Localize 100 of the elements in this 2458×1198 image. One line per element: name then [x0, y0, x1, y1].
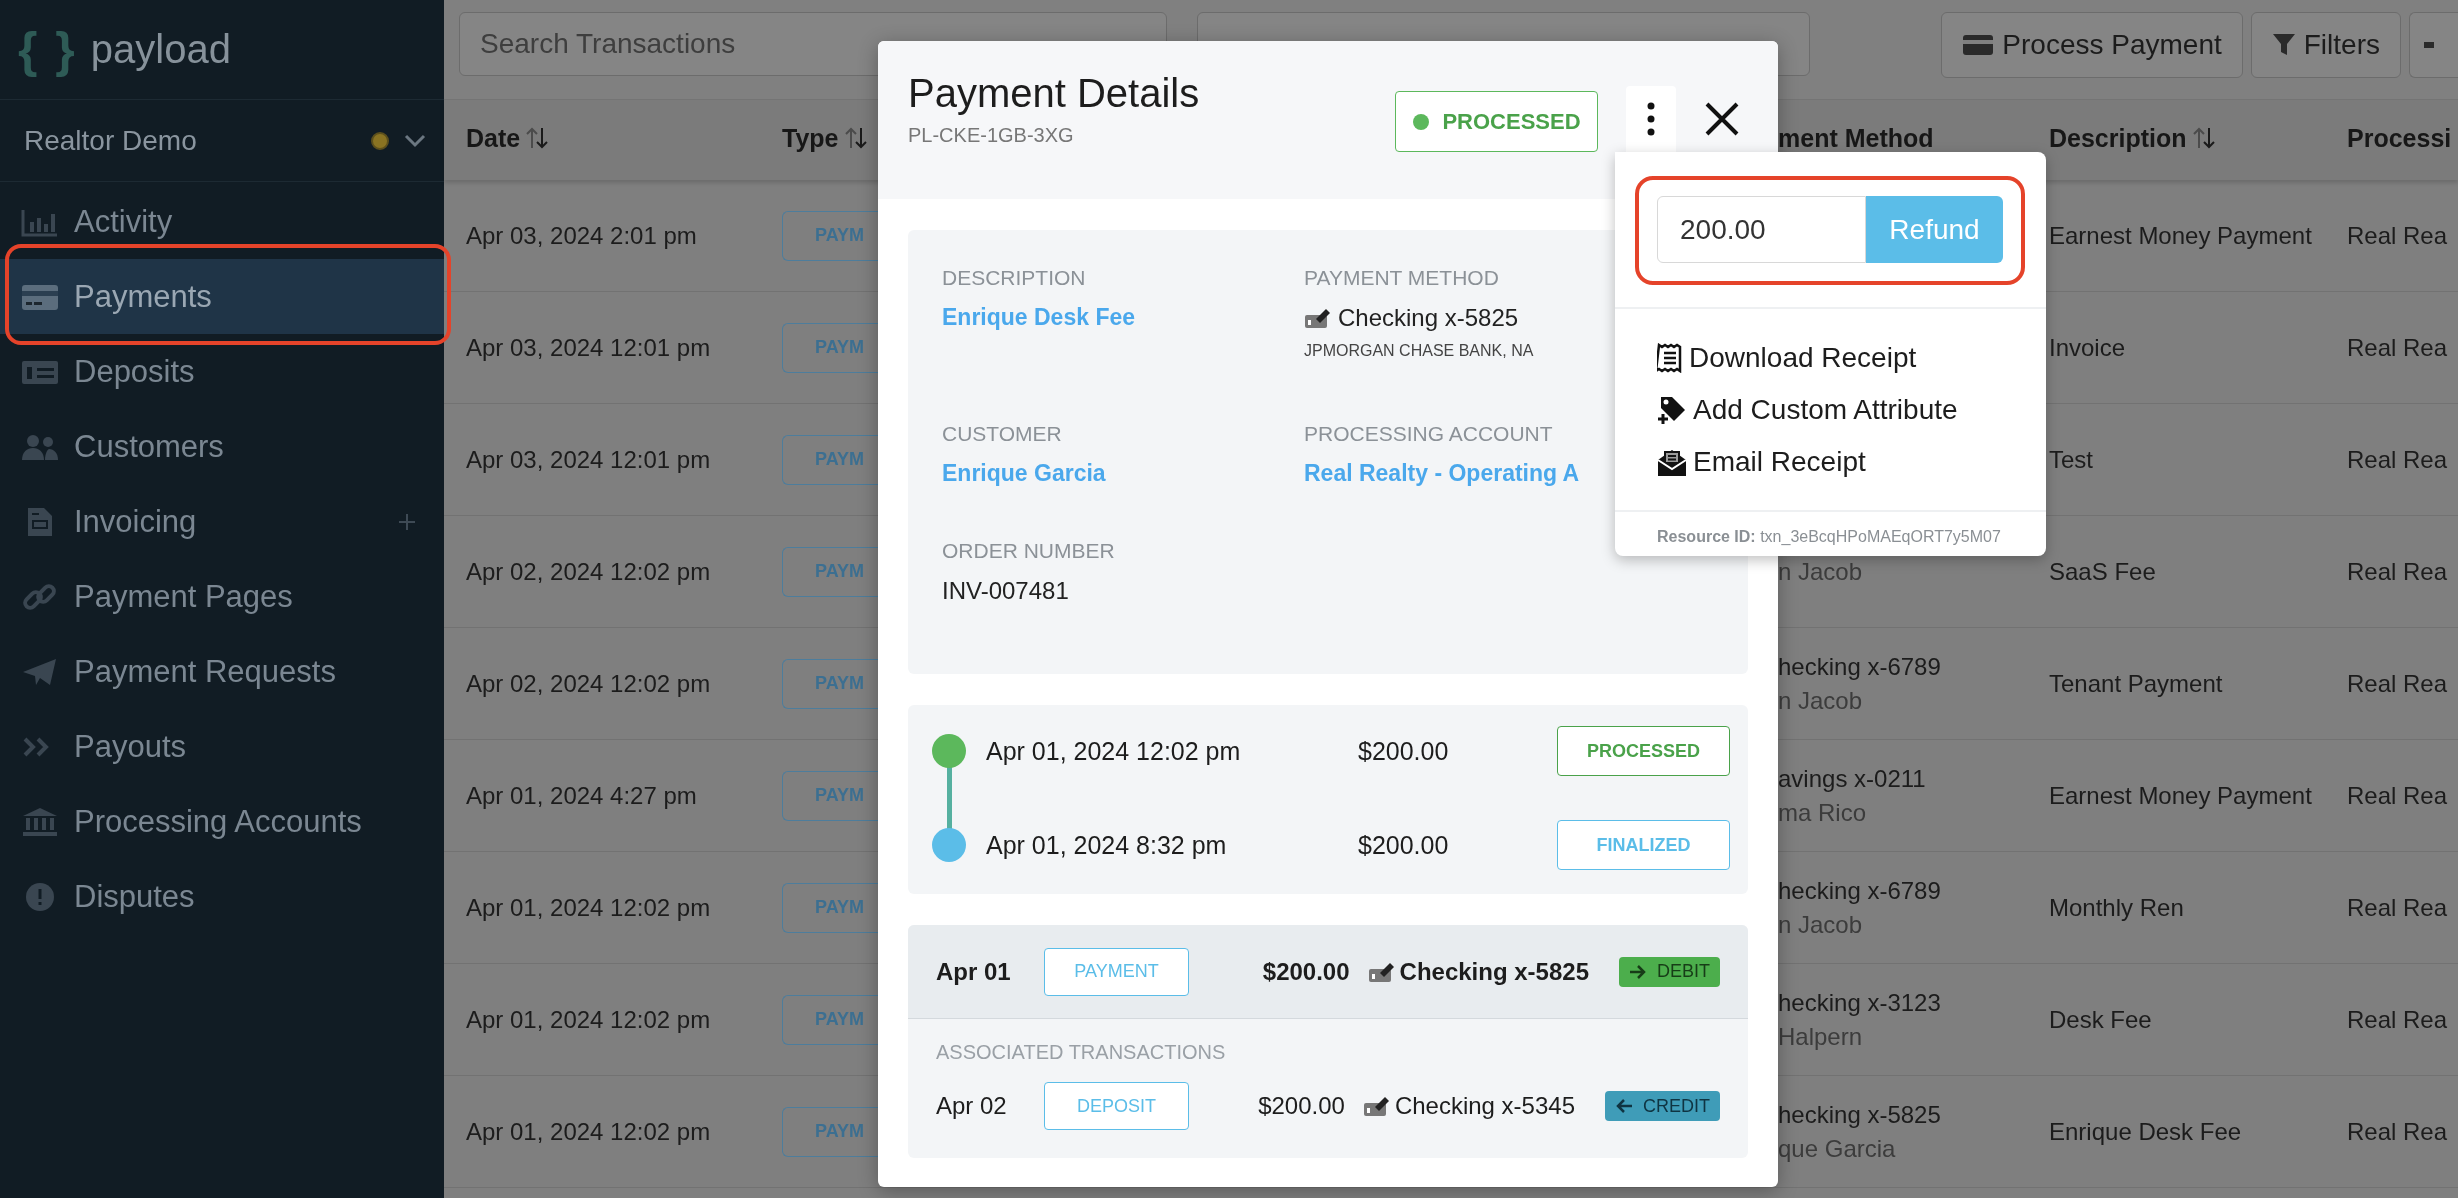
logo-wordmark: payload	[90, 27, 231, 72]
field-label: DESCRIPTION	[942, 266, 1086, 290]
nav-item[interactable]: Disputes	[0, 859, 444, 934]
nav-item[interactable]: Processing Accounts	[0, 784, 444, 859]
sort-icon	[526, 126, 549, 150]
table-cell: hecking x-5825	[1778, 1100, 1941, 1129]
more-options-button[interactable]	[1626, 86, 1676, 152]
nav-item[interactable]: Payment Requests	[0, 634, 444, 709]
timeline-amount: $200.00	[1358, 830, 1450, 860]
arrow-right-icon	[1629, 963, 1647, 980]
table-cell-text: Enrique Desk Fee	[2049, 1116, 2243, 1147]
table-cell-text: Earnest Money Payment	[2049, 220, 2313, 251]
field-label: PAYMENT METHOD	[1304, 266, 1499, 290]
nav-item[interactable]: Payment Pages	[0, 559, 444, 634]
nav-item[interactable]: Customers	[0, 409, 444, 484]
bank-name: JPMORGAN CHASE BANK, NA	[1304, 342, 1534, 360]
table-cell-text: Monthly Ren	[2049, 892, 2185, 923]
table-cell-text: Real Rea	[2347, 892, 2449, 923]
table-cell-text: SaaS Fee	[2049, 556, 2157, 587]
field-label: PROCESSING ACCOUNT	[1304, 422, 1553, 446]
bar-icon	[2424, 42, 2434, 48]
cheque-icon	[1367, 960, 1396, 983]
table-cell-text: Real Rea	[2347, 556, 2449, 587]
timeline-dot	[932, 734, 966, 768]
table-cell: hecking x-6789	[1778, 876, 1941, 905]
transaction-amount: $200.00	[1262, 957, 1350, 986]
column-header[interactable]: Processi	[2347, 100, 2458, 180]
table-cell-text: Real Rea	[2347, 332, 2449, 363]
direction-badge: CREDIT	[1605, 1091, 1720, 1121]
field-link[interactable]: Real Realty - Operating A	[1304, 460, 1580, 487]
table-cell-text: Apr 03, 2024 12:01 pm	[465, 332, 712, 363]
nav-item[interactable]: Activity	[0, 184, 444, 259]
table-cell-text: Tenant Payment	[2049, 668, 2224, 699]
receipt-icon	[1657, 342, 1683, 373]
table-cell: ma Rico	[1778, 798, 1867, 827]
payment-reference: PL-CKE-1GB-3XG	[908, 124, 1075, 147]
table-cell-text: Test	[2049, 444, 2094, 475]
more-vertical-icon	[1647, 102, 1655, 136]
type-badge: PAYMENT	[1044, 947, 1189, 996]
refund-amount-field[interactable]: 200.00	[1657, 196, 1866, 263]
close-icon	[1704, 101, 1740, 137]
table-cell-text: Apr 03, 2024 2:01 pm	[465, 220, 698, 251]
table-cell-text: Apr 01, 2024 12:02 pm	[465, 1116, 712, 1147]
direction-badge: DEBIT	[1619, 956, 1720, 987]
table-cell: Halpern	[1778, 1022, 1863, 1051]
nav-item[interactable]: Invoicing	[0, 484, 444, 559]
tag-plus-icon	[1657, 394, 1687, 425]
table-cell-text: Real Rea	[2347, 444, 2449, 475]
table-cell: n Jacob	[1778, 686, 1863, 715]
chevron-down-icon	[404, 133, 426, 148]
cheque-icon	[1304, 307, 1332, 329]
table-cell-text: Real Rea	[2347, 1004, 2449, 1035]
payment-method: Checking x-5825	[1399, 957, 1589, 986]
column-header[interactable]: Description	[2049, 100, 2347, 180]
table-cell: hecking x-3123	[1778, 988, 1941, 1017]
table-cell-text: Apr 02, 2024 12:02 pm	[465, 556, 712, 587]
type-badge: DEPOSIT	[1044, 1082, 1189, 1130]
transaction-amount: $200.00	[1258, 1092, 1345, 1120]
table-cell-text: Earnest Money Payment	[2049, 780, 2313, 811]
field-link[interactable]: Enrique Desk Fee	[942, 304, 1136, 331]
column-header[interactable]: Type	[782, 100, 878, 180]
timeline-date: Apr 01, 2024 12:02 pm	[986, 736, 1242, 766]
menu-item[interactable]: Add Custom Attribute	[1657, 393, 1958, 426]
arrow-left-icon	[1615, 1098, 1633, 1114]
field-value: INV-007481	[942, 577, 1069, 605]
organization-switcher[interactable]: Realtor Demo	[0, 100, 444, 182]
table-cell-text: Real Rea	[2347, 668, 2449, 699]
status-badge: PROCESSED	[1395, 91, 1598, 152]
credit-card-icon	[1962, 33, 1995, 57]
table-cell: n Jacob	[1778, 557, 1863, 586]
table-cell-text: Apr 01, 2024 12:02 pm	[465, 1004, 712, 1035]
table-cell-text: Desk Fee	[2049, 1004, 2153, 1035]
nav-item[interactable]: Deposits	[0, 334, 444, 409]
table-cell-text: Real Rea	[2347, 220, 2449, 251]
table-cell-text: Apr 03, 2024 12:01 pm	[465, 444, 712, 475]
table-cell-text: Real Rea	[2347, 780, 2449, 811]
status-dot-icon	[1412, 112, 1431, 131]
table-cell-text: Invoice	[2049, 332, 2127, 363]
nav-item[interactable]: Payouts	[0, 709, 444, 784]
menu-item[interactable]: Email Receipt	[1657, 445, 1866, 478]
field-link[interactable]: Enrique Garcia	[942, 460, 1106, 487]
status-dot-icon	[370, 130, 390, 151]
transaction-date: Apr 02	[936, 1092, 1008, 1120]
timeline-amount: $200.00	[1358, 736, 1450, 766]
column-header[interactable]: Date	[444, 100, 782, 180]
timeline-date: Apr 01, 2024 8:32 pm	[986, 830, 1228, 860]
status-badge: FINALIZED	[1557, 820, 1730, 870]
sort-icon	[2192, 126, 2215, 150]
field-label: ORDER NUMBER	[942, 539, 1115, 563]
nav-item[interactable]: Payments	[0, 259, 444, 334]
sort-icon	[844, 126, 867, 150]
menu-item[interactable]: Download Receipt	[1657, 341, 1917, 374]
cheque-icon	[1362, 1095, 1391, 1117]
field-label: CUSTOMER	[942, 422, 1062, 446]
logo-mark: { }	[18, 20, 77, 79]
filters-button[interactable]: Filters	[2250, 12, 2401, 78]
table-cell: avings x-0211	[1778, 764, 1926, 793]
bank-icon	[20, 805, 60, 838]
table-cell: que Garcia	[1778, 1134, 1896, 1163]
process-payment-button[interactable]: Process Payment	[1941, 12, 2243, 78]
